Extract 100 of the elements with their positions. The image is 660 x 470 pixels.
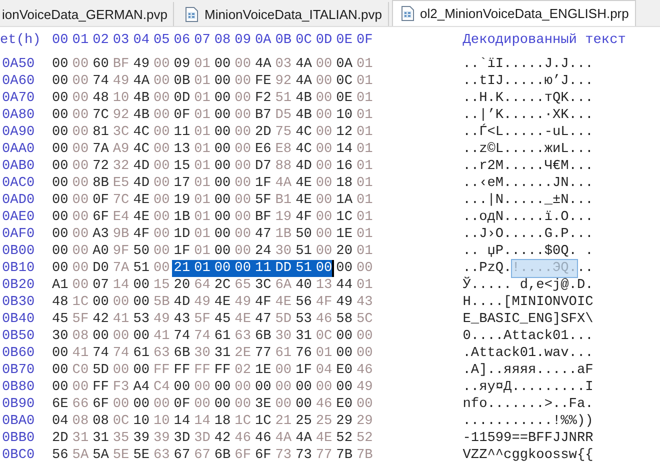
hex-byte[interactable]: 7A bbox=[90, 141, 111, 158]
hex-byte[interactable]: 4B bbox=[131, 107, 152, 124]
hex-byte[interactable]: 48 bbox=[90, 90, 111, 107]
hex-byte[interactable]: 4C bbox=[294, 141, 314, 158]
hex-byte[interactable]: 00 bbox=[50, 345, 70, 362]
decoded-text[interactable]: ..|’K.....·ХK... bbox=[462, 107, 594, 124]
hex-byte[interactable]: 56 bbox=[294, 294, 314, 311]
hex-byte[interactable]: 4E bbox=[294, 192, 314, 209]
hex-byte[interactable]: 00 bbox=[334, 328, 354, 345]
hex-byte[interactable]: 77 bbox=[252, 345, 274, 362]
hex-byte[interactable]: 47 bbox=[252, 226, 274, 243]
hex-byte[interactable]: DD bbox=[273, 260, 294, 277]
hex-byte[interactable]: 4D bbox=[131, 175, 152, 192]
hex-byte[interactable]: 6F bbox=[90, 396, 111, 413]
hex-byte[interactable]: 51 bbox=[294, 260, 314, 277]
hex-byte[interactable]: 18 bbox=[212, 413, 233, 430]
hex-byte[interactable]: 00 bbox=[212, 209, 233, 226]
hex-byte[interactable]: 5D bbox=[90, 362, 111, 379]
hex-byte[interactable]: 31 bbox=[294, 328, 314, 345]
hex-byte[interactable]: 1F bbox=[294, 362, 314, 379]
hex-byte[interactable]: 4F bbox=[294, 209, 314, 226]
hex-byte[interactable]: 4B bbox=[294, 90, 314, 107]
hex-byte[interactable]: 31 bbox=[212, 345, 233, 362]
hex-byte[interactable]: 50 bbox=[131, 243, 152, 260]
hex-byte[interactable]: 46 bbox=[252, 430, 274, 447]
hex-byte[interactable]: 08 bbox=[90, 413, 111, 430]
hex-byte[interactable]: 00 bbox=[50, 362, 70, 379]
decoded-text[interactable]: ...|N....._±N... bbox=[462, 192, 594, 209]
hex-byte[interactable]: 25 bbox=[294, 413, 314, 430]
hex-byte[interactable]: 1C bbox=[334, 209, 354, 226]
decoded-text[interactable]: ..tIJ.....ю’J... bbox=[462, 73, 594, 90]
hex-byte[interactable]: 10 bbox=[334, 107, 354, 124]
hex-byte[interactable]: E0 bbox=[334, 396, 354, 413]
hex-byte[interactable]: 00 bbox=[50, 141, 70, 158]
hex-byte[interactable]: 00 bbox=[212, 73, 233, 90]
decoded-text[interactable]: ..яу¤Д.........I bbox=[462, 379, 594, 396]
decoded-text[interactable]: ..`їI.....J.J... bbox=[462, 56, 594, 73]
hex-byte[interactable]: 47 bbox=[252, 311, 274, 328]
hex-byte[interactable]: 00 bbox=[50, 260, 70, 277]
decoded-text[interactable]: ..H.K.....тQK... bbox=[462, 90, 594, 107]
hex-byte[interactable]: 4E bbox=[131, 192, 152, 209]
hex-byte[interactable]: 4F bbox=[131, 226, 152, 243]
hex-byte[interactable]: 53 bbox=[294, 311, 314, 328]
hex-byte[interactable]: 4A bbox=[131, 73, 152, 90]
hex-byte[interactable]: E0 bbox=[334, 362, 354, 379]
hex-byte[interactable]: D0 bbox=[90, 260, 111, 277]
hex-byte[interactable]: 00 bbox=[212, 192, 233, 209]
hex-byte[interactable]: 20 bbox=[334, 243, 354, 260]
hex-byte[interactable]: 5F bbox=[252, 192, 274, 209]
hex-byte[interactable]: 72 bbox=[90, 158, 111, 175]
hex-byte[interactable]: 0B bbox=[172, 73, 192, 90]
hex-byte[interactable]: 4A bbox=[294, 430, 314, 447]
hex-byte[interactable]: 00 bbox=[212, 158, 233, 175]
hex-byte[interactable]: 00 bbox=[212, 260, 233, 277]
hex-byte[interactable]: 00 bbox=[50, 158, 70, 175]
hex-byte[interactable]: 2C bbox=[212, 277, 233, 294]
hex-byte[interactable]: FF bbox=[212, 362, 233, 379]
hex-byte[interactable]: 7C bbox=[90, 107, 111, 124]
hex-byte[interactable]: 4D bbox=[172, 294, 192, 311]
hex-byte[interactable]: 8B bbox=[90, 175, 111, 192]
decoded-text[interactable]: E_BASIC_ENG]SFX\ bbox=[462, 311, 594, 328]
hex-byte[interactable]: 0A bbox=[334, 56, 354, 73]
hex-byte[interactable]: 0D bbox=[172, 90, 192, 107]
decoded-text[interactable]: Ў..... d,e<j@.D. bbox=[462, 277, 594, 294]
decoded-text[interactable]: .А]..яяяя.....аF bbox=[462, 362, 594, 379]
hex-byte[interactable]: 74 bbox=[90, 345, 111, 362]
hex-byte[interactable]: 4A bbox=[252, 56, 274, 73]
hex-byte[interactable]: 2D bbox=[252, 124, 274, 141]
hex-byte[interactable]: 14 bbox=[172, 413, 192, 430]
hex-byte[interactable]: 11 bbox=[172, 124, 192, 141]
hex-byte[interactable]: 4E bbox=[131, 209, 152, 226]
hex-byte[interactable]: 2D bbox=[50, 430, 70, 447]
hex-byte[interactable]: 4E bbox=[212, 294, 233, 311]
hex-byte[interactable]: 49 bbox=[131, 56, 152, 73]
hex-byte[interactable]: 00 bbox=[212, 175, 233, 192]
hex-byte[interactable]: 00 bbox=[50, 192, 70, 209]
hex-byte[interactable]: 1E bbox=[252, 362, 274, 379]
hex-byte[interactable]: 00 bbox=[50, 243, 70, 260]
hex-byte[interactable]: 45 bbox=[50, 311, 70, 328]
hex-byte[interactable]: 4A bbox=[294, 73, 314, 90]
hex-byte[interactable]: 00 bbox=[131, 294, 152, 311]
hex-byte[interactable]: 00 bbox=[294, 396, 314, 413]
hex-byte[interactable]: 6B bbox=[172, 345, 192, 362]
hex-byte[interactable]: 6F bbox=[90, 209, 111, 226]
hex-byte[interactable]: 1A bbox=[334, 192, 354, 209]
decoded-text[interactable]: VZZ^^cggkoossw{{ bbox=[462, 447, 594, 464]
hex-byte[interactable]: 0F bbox=[172, 107, 192, 124]
hex-byte[interactable]: 5E bbox=[131, 447, 152, 464]
hex-byte[interactable]: 74 bbox=[90, 73, 111, 90]
hex-byte[interactable]: 00 bbox=[212, 243, 233, 260]
hex-byte[interactable]: FF bbox=[172, 362, 192, 379]
hex-byte[interactable]: 20 bbox=[172, 277, 192, 294]
hex-byte[interactable]: 6B bbox=[252, 328, 274, 345]
hex-byte[interactable]: 42 bbox=[212, 430, 233, 447]
hex-byte[interactable]: 00 bbox=[50, 226, 70, 243]
hex-byte[interactable]: 00 bbox=[212, 141, 233, 158]
hex-byte[interactable]: 00 bbox=[90, 328, 111, 345]
hex-byte[interactable]: FE bbox=[252, 73, 274, 90]
hex-byte[interactable]: 00 bbox=[172, 379, 192, 396]
hex-byte[interactable]: A4 bbox=[131, 379, 152, 396]
